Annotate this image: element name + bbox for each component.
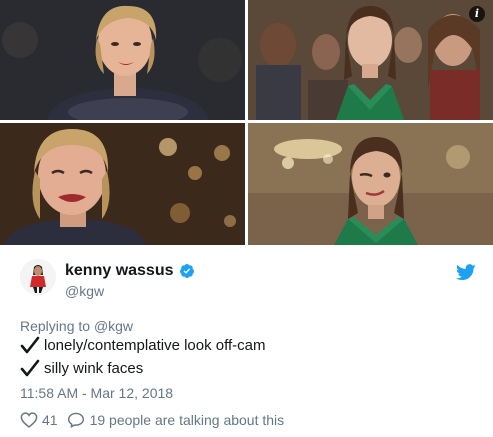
tweet-text-line: silly wink faces [20,359,143,378]
tweet-actions: 41 19 people are talking about this [20,412,284,428]
avatar-image [20,259,56,295]
twitter-bird-icon[interactable] [456,264,476,281]
tweet-text-line: lonely/contemplative look off-cam [20,336,266,355]
tweet-text-line-2: silly wink faces [44,360,144,377]
replying-to: Replying to @kgw [20,318,133,334]
check-mark-icon [20,336,40,354]
talking-about-link[interactable]: 19 people are talking about this [90,412,285,428]
photo-2-image [248,0,493,120]
tweet-media-grid: i [0,0,493,245]
media-photo-1[interactable] [0,0,245,120]
check-mark-icon [20,359,40,377]
media-photo-2[interactable] [248,0,493,120]
tweet-text-line-1: lonely/contemplative look off-cam [44,337,266,354]
author-block[interactable]: kenny wassus @kgw [65,262,195,299]
like-heart-icon[interactable] [20,412,38,428]
photo-4-image [248,123,493,245]
author-avatar[interactable] [20,259,56,295]
verified-badge-icon [179,264,194,278]
replying-to-label: Replying to [20,318,91,334]
author-name-row: kenny wassus [65,262,195,280]
info-icon[interactable]: i [469,6,485,22]
embedded-tweet: i kenny wassus @kgw Replying to @kgw lon… [0,0,493,437]
tweet-timestamp[interactable]: 11:58 AM - Mar 12, 2018 [20,385,173,401]
like-count[interactable]: 41 [42,412,58,428]
photo-1-image [0,0,245,120]
media-photo-3[interactable] [0,123,245,245]
author-name[interactable]: kenny wassus [65,262,174,280]
media-photo-4[interactable] [248,123,493,245]
photo-3-image [0,123,245,245]
author-handle: @kgw [65,283,105,299]
reply-bubble-icon[interactable] [67,412,85,428]
replying-to-handle[interactable]: @kgw [94,318,133,334]
